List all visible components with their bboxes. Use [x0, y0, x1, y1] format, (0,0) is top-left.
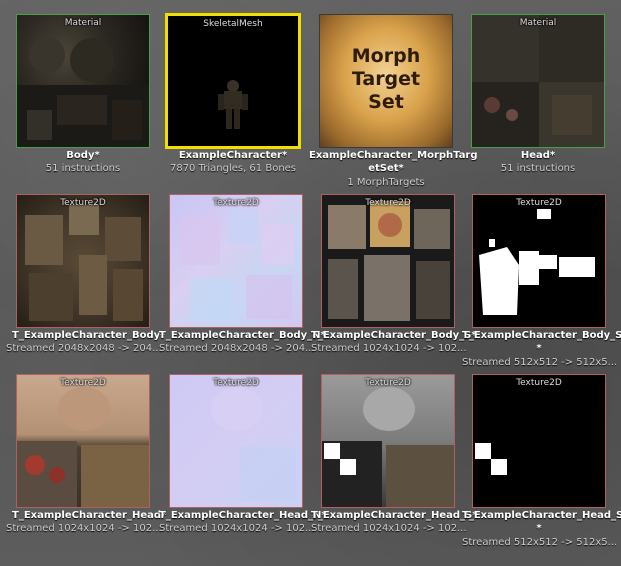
- asset-name-line2: *: [536, 523, 542, 534]
- morph-target-thumb-text: Morph Target Set: [320, 45, 452, 114]
- asset-name: T_ExampleCharacter_Body_S*: [311, 330, 477, 341]
- asset-name: Body*: [66, 150, 100, 161]
- asset-thumbnail[interactable]: Texture2D: [321, 194, 455, 328]
- asset-tile-body-material[interactable]: Material Body* 51 instructions: [16, 14, 168, 179]
- content-browser-grid: Material Body* 51 instructions SkeletalM…: [0, 0, 621, 566]
- asset-info: 1 MorphTargets: [347, 177, 425, 188]
- material-preview-icon: [472, 15, 604, 147]
- asset-type-label: SkeletalMesh: [203, 19, 263, 29]
- asset-thumbnail[interactable]: Texture2D: [321, 374, 455, 508]
- asset-thumbnail[interactable]: Texture2D: [169, 374, 303, 508]
- asset-tile-t-head-s[interactable]: Texture2D T_ExampleCharacter_Head_S* Str…: [311, 374, 477, 539]
- asset-type-label: Texture2D: [365, 198, 411, 208]
- asset-name: T_ExampleCharacter_Head_N*: [159, 510, 327, 521]
- asset-thumbnail[interactable]: Texture2D: [16, 374, 150, 508]
- asset-tile-example-character-mesh[interactable]: SkeletalMesh ExampleCharacter* 7870 Tria…: [165, 13, 318, 179]
- asset-tile-head-material[interactable]: Material Head* 51 instructions: [471, 14, 621, 179]
- thumb-line: Target: [351, 68, 421, 90]
- asset-name: T_ExampleCharacter_Body_N*: [159, 330, 326, 341]
- asset-name: T_ExampleCharacter_Head*: [12, 510, 167, 521]
- asset-name-line1: T_ExampleCharacter_Head_SP: [462, 510, 621, 521]
- asset-info: Streamed 1024x1024 -> 102...: [311, 523, 467, 534]
- asset-info: Streamed 512x512 -> 512x5...: [462, 357, 618, 368]
- asset-type-label: Texture2D: [213, 378, 259, 388]
- asset-thumbnail[interactable]: Texture2D: [169, 194, 303, 328]
- asset-tile-t-body-n[interactable]: Texture2D T_ExampleCharacter_Body_N* Str…: [159, 194, 326, 359]
- normal-map-preview-icon: [211, 387, 296, 501]
- mask-map-preview-icon: [479, 209, 595, 315]
- asset-name: ExampleCharacter*: [178, 150, 288, 161]
- asset-thumbnail[interactable]: Morph Target Set: [319, 14, 453, 148]
- asset-type-label: Texture2D: [516, 378, 562, 388]
- asset-name-line2: *: [536, 343, 542, 354]
- asset-name-line2: etSet*: [368, 163, 404, 174]
- material-preview-icon: [17, 37, 149, 147]
- asset-tile-t-body[interactable]: Texture2D T_ExampleCharacter_Body* Strea…: [6, 194, 168, 359]
- texture-preview-icon: [25, 205, 143, 321]
- asset-tile-t-head[interactable]: Texture2D T_ExampleCharacter_Head* Strea…: [6, 374, 168, 539]
- asset-thumbnail[interactable]: Material: [471, 14, 605, 148]
- asset-info: Streamed 512x512 -> 512x5...: [462, 537, 618, 548]
- asset-tile-t-head-sp[interactable]: Texture2D T_ExampleCharacter_Head_SP * S…: [462, 374, 621, 554]
- asset-name-line1: T_ExampleCharacter_Body_SP: [462, 330, 621, 341]
- skeletal-mesh-preview-icon: [218, 80, 248, 129]
- asset-name-line1: ExampleCharacter_MorphTarg: [309, 150, 478, 161]
- specular-map-preview-icon: [322, 387, 454, 507]
- thumb-line: Morph: [351, 45, 421, 67]
- asset-thumbnail[interactable]: Texture2D: [16, 194, 150, 328]
- asset-info: Streamed 2048x2048 -> 204...: [159, 343, 315, 354]
- asset-type-label: Texture2D: [516, 198, 562, 208]
- asset-type-label: Texture2D: [60, 198, 106, 208]
- asset-tile-morph-target-set[interactable]: Morph Target Set ExampleCharacter_MorphT…: [309, 14, 478, 194]
- asset-type-label: Texture2D: [213, 198, 259, 208]
- thumb-line: Set: [368, 91, 404, 113]
- asset-info: Streamed 1024x1024 -> 102...: [159, 523, 315, 534]
- asset-name: T_ExampleCharacter_Body*: [12, 330, 166, 341]
- normal-map-preview-icon: [180, 209, 294, 319]
- asset-info: Streamed 2048x2048 -> 204...: [6, 343, 162, 354]
- asset-type-label: Texture2D: [365, 378, 411, 388]
- asset-tile-t-body-s[interactable]: Texture2D T_ExampleCharacter_Body_S* Str…: [311, 194, 477, 359]
- asset-thumbnail[interactable]: Texture2D: [472, 194, 606, 328]
- asset-type-label: Texture2D: [60, 378, 106, 388]
- asset-type-label: Material: [519, 18, 557, 28]
- asset-info: Streamed 1024x1024 -> 102...: [311, 343, 467, 354]
- asset-info: 51 instructions: [45, 163, 121, 174]
- mask-map-preview-icon: [475, 443, 507, 475]
- asset-name: Head*: [520, 150, 556, 161]
- asset-info: Streamed 1024x1024 -> 102...: [6, 523, 162, 534]
- asset-thumbnail[interactable]: Material: [16, 14, 150, 148]
- asset-thumbnail-selected[interactable]: SkeletalMesh: [165, 13, 301, 149]
- asset-type-label: Material: [64, 18, 102, 28]
- specular-map-preview-icon: [328, 201, 450, 321]
- asset-name: T_ExampleCharacter_Head_S*: [311, 510, 478, 521]
- asset-tile-t-head-n[interactable]: Texture2D T_ExampleCharacter_Head_N* Str…: [159, 374, 327, 539]
- texture-preview-icon: [17, 387, 149, 507]
- asset-thumbnail[interactable]: Texture2D: [472, 374, 606, 508]
- asset-info: 51 instructions: [500, 163, 576, 174]
- asset-info: 7870 Triangles, 61 Bones: [169, 163, 297, 174]
- asset-tile-t-body-sp[interactable]: Texture2D T_ExampleCharacter_Body_SP * S…: [462, 194, 621, 374]
